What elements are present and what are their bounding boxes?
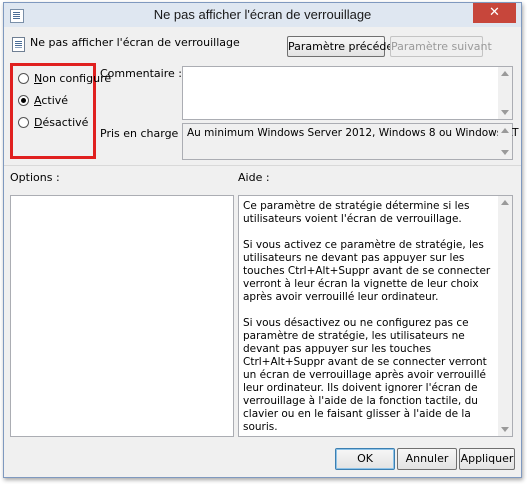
scroll-down-icon[interactable] xyxy=(501,150,509,155)
help-paragraph: Si vous activez ce paramètre de stratégi… xyxy=(243,239,491,303)
previous-setting-button[interactable]: Paramètre précédent xyxy=(287,36,404,57)
divider xyxy=(4,165,521,166)
help-paragraph: Ce paramètre de stratégie détermine si l… xyxy=(243,200,470,225)
cancel-button[interactable]: Annuler xyxy=(397,448,457,470)
options-label: Options : xyxy=(10,171,60,184)
comment-textbox[interactable] xyxy=(182,66,513,120)
ok-button[interactable]: OK xyxy=(335,448,395,470)
next-setting-button[interactable]: Paramètre suivant xyxy=(390,36,492,57)
close-button[interactable]: ✕ xyxy=(473,3,516,23)
window-title: Ne pas afficher l'écran de verrouillage xyxy=(153,7,372,22)
supported-on-value: Au minimum Windows Server 2012, Windows … xyxy=(187,127,519,139)
title-bar[interactable]: Ne pas afficher l'écran de verrouillage … xyxy=(4,3,521,27)
state-radio-group: Non configuré Activé Désactivé xyxy=(10,63,111,159)
scroll-down-icon[interactable] xyxy=(501,427,509,432)
scroll-up-icon[interactable] xyxy=(501,200,509,205)
comment-label: Commentaire : xyxy=(100,67,182,80)
setting-icon xyxy=(12,37,25,52)
options-panel[interactable] xyxy=(10,195,234,437)
scroll-up-icon[interactable] xyxy=(501,71,509,76)
policy-dialog: Ne pas afficher l'écran de verrouillage … xyxy=(3,2,522,478)
comment-scrollbar[interactable] xyxy=(498,67,512,119)
radio-disabled-circle[interactable] xyxy=(18,117,29,128)
apply-button[interactable]: Appliquer xyxy=(459,448,515,470)
setting-title: Ne pas afficher l'écran de verrouillage xyxy=(30,36,240,49)
supported-on-box: Au minimum Windows Server 2012, Windows … xyxy=(182,123,519,160)
help-paragraph: Si vous désactivez ou ne configurez pas … xyxy=(243,317,487,433)
radio-not-configured-circle[interactable] xyxy=(18,73,29,84)
radio-enabled-circle[interactable] xyxy=(18,95,29,106)
help-scrollbar[interactable] xyxy=(498,196,512,436)
scroll-down-icon[interactable] xyxy=(501,110,509,115)
scroll-up-icon[interactable] xyxy=(501,128,509,133)
radio-enabled-label: Activé xyxy=(34,94,69,107)
supported-scrollbar[interactable] xyxy=(498,124,512,159)
help-label: Aide : xyxy=(238,171,270,184)
help-text: Ce paramètre de stratégie détermine si l… xyxy=(243,200,496,447)
radio-disabled-label: Désactivé xyxy=(34,116,89,129)
help-panel[interactable]: Ce paramètre de stratégie détermine si l… xyxy=(238,195,513,437)
